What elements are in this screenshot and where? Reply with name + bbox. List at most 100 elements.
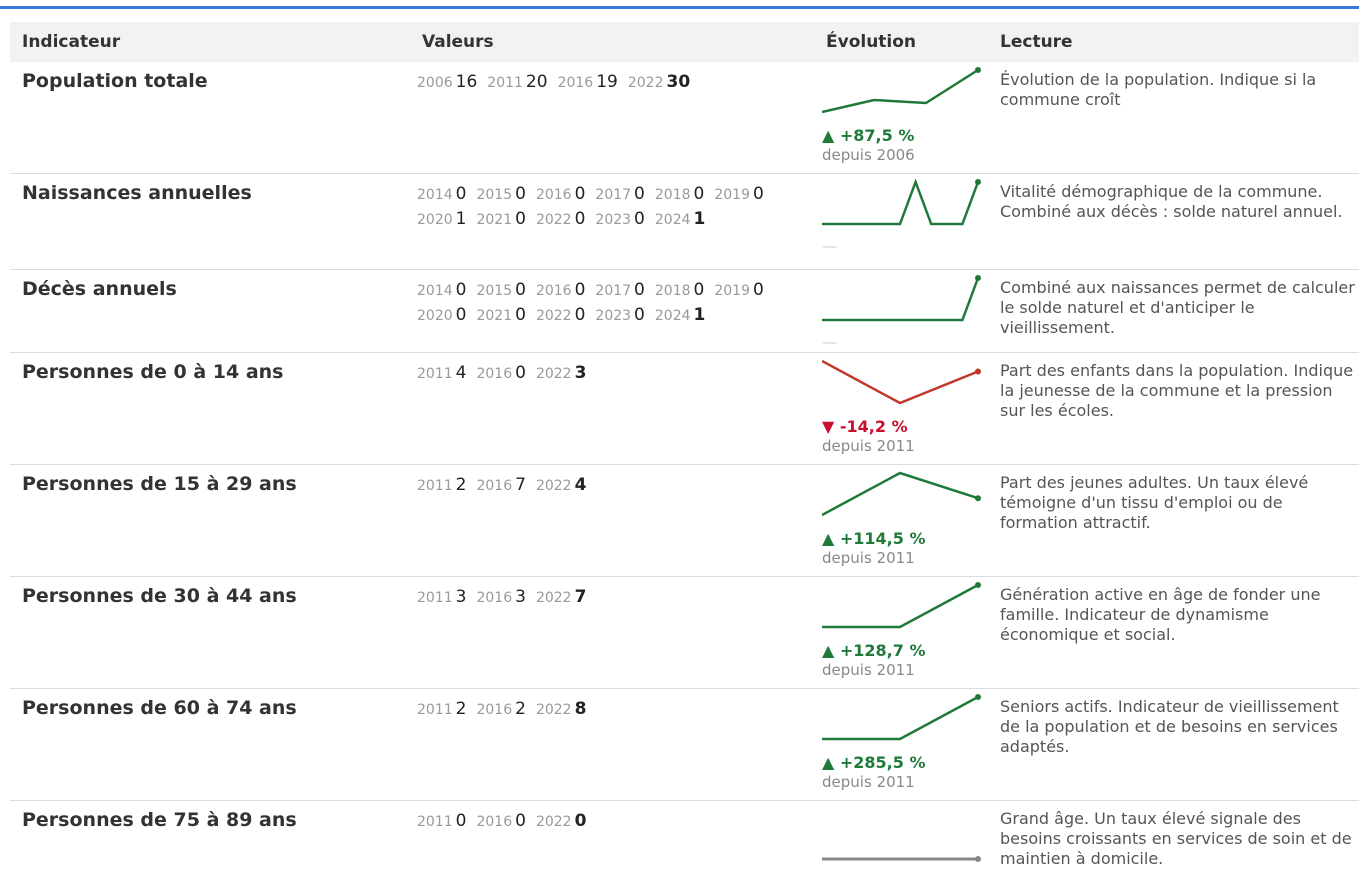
values-cell: 2011 0 2016 0 2022 0 xyxy=(410,799,814,890)
value-pair: 2021 0 xyxy=(476,303,525,328)
value-year: 2011 xyxy=(487,75,523,91)
value-number: 0 xyxy=(515,362,526,383)
table-row: Personnes de 15 à 29 ans 2011 2 2016 7 2022 4 ▲… xyxy=(10,463,1359,576)
value-number: 0 xyxy=(634,183,645,204)
value-pair: 2011 4 xyxy=(417,361,466,386)
value-year: 2011 xyxy=(417,589,453,606)
value-year: 2022 xyxy=(627,75,664,91)
value-year: 2016 xyxy=(476,477,513,494)
value-number: 0 xyxy=(515,304,526,325)
sparkline-last-point xyxy=(975,368,981,374)
value-pair: 2022 0 xyxy=(536,207,585,232)
value-number: 4 xyxy=(455,362,467,383)
evolution-cell: — xyxy=(814,172,1000,269)
value-number: 0 xyxy=(455,183,467,204)
value-number: 3 xyxy=(455,586,467,607)
sparkline xyxy=(822,359,981,404)
value-number: 1 xyxy=(455,208,467,229)
value-number: 19 xyxy=(596,72,618,92)
values-cell: 2014 0 2015 0 2016 0 2017 0 2018 0 2019 02020 1 2021 0… xyxy=(410,172,814,269)
evolution-cell: ▲ +285,5 % depuis 2011 xyxy=(814,687,1000,800)
header-lecture: Lecture xyxy=(1000,22,1359,62)
value-pair: 2023 0 xyxy=(595,207,644,232)
value-pair: 2014 0 xyxy=(417,182,466,207)
header-indicateur: Indicateur xyxy=(10,22,410,62)
top-accent-rule xyxy=(0,6,1359,9)
sparkline xyxy=(822,855,981,862)
header-valeurs: Valeurs xyxy=(410,22,814,62)
value-year: 2023 xyxy=(595,211,632,228)
evolution-since: depuis 2011 xyxy=(822,548,915,567)
value-number: 0 xyxy=(574,279,586,300)
value-pair: 2016 0 xyxy=(536,182,585,207)
lecture-text: Évolution de la population. Indique si l… xyxy=(1000,70,1317,109)
sparkline-line xyxy=(822,68,979,114)
lecture-text: Génération active en âge de fonder une f… xyxy=(1000,575,1359,688)
value-number: 0 xyxy=(634,279,645,300)
value-pair: 2016 0 xyxy=(536,278,585,303)
value-year: 2017 xyxy=(595,282,632,299)
value-pair: 2016 2 xyxy=(476,697,525,722)
value-number: 2 xyxy=(455,698,467,719)
evolution-cell: — xyxy=(814,268,1000,352)
sparkline-line xyxy=(822,359,979,404)
sparkline xyxy=(822,177,981,225)
indicators-table: Indicateur Valeurs Évolution Lecture Pop… xyxy=(10,22,1359,890)
value-pair: 2019 0 xyxy=(714,278,763,303)
value-number: 16 xyxy=(455,72,478,92)
indicator-name: Personnes de 15 à 29 ans xyxy=(10,463,410,576)
value-pair: 2022 30 xyxy=(628,70,690,95)
value-pair: 2017 0 xyxy=(595,182,644,207)
value-pair: 2017 0 xyxy=(595,278,644,303)
value-number: 0 xyxy=(455,279,467,300)
sparkline-last-point xyxy=(975,693,981,700)
evolution-since: depuis 2011 xyxy=(822,436,915,455)
value-number: 0 xyxy=(634,304,645,325)
value-year: 2019 xyxy=(714,186,750,203)
table-row: Personnes de 75 à 89 ans 2011 0 2016 0 2022 0 G… xyxy=(10,799,1359,890)
lecture-text: Vitalité démographique de la commune. Co… xyxy=(1000,172,1359,269)
value-pair: 2018 0 xyxy=(655,278,704,303)
indicator-name: Personnes de 30 à 44 ans xyxy=(10,575,410,688)
value-pair: 2024 1 xyxy=(655,207,705,232)
value-number: 3 xyxy=(574,362,587,383)
value-pair: 2011 3 xyxy=(417,585,466,610)
table-row: Population totale 2006 16 2011 20 2016 19 2022 3… xyxy=(10,62,1359,173)
values-cell: 2011 2 2016 7 2022 4 xyxy=(410,463,814,576)
value-pair: 2015 0 xyxy=(476,182,525,207)
evolution-since: depuis 2006 xyxy=(822,146,915,164)
value-number: 1 xyxy=(693,304,706,325)
header-evolution: Évolution xyxy=(814,22,1000,62)
values-cell: 2011 4 2016 0 2022 3 xyxy=(410,351,814,464)
value-number: 0 xyxy=(693,183,705,204)
value-pair: 2016 0 xyxy=(476,809,525,834)
sparkline-line xyxy=(822,695,979,740)
evolution-delta: ▼ -14,2 % xyxy=(822,416,908,436)
value-year: 2016 xyxy=(557,75,594,91)
value-number: 0 xyxy=(455,304,467,325)
value-number: 1 xyxy=(693,208,706,229)
values-cell: 2006 16 2011 20 2016 19 2022 30 xyxy=(410,62,814,173)
evolution-cell: ▼ -14,2 % depuis 2011 xyxy=(814,351,1000,464)
indicator-name: Décès annuels xyxy=(10,268,410,352)
lecture-text: Part des enfants dans la population. Ind… xyxy=(1000,351,1359,464)
value-number: 0 xyxy=(634,208,645,229)
value-pair: 2019 0 xyxy=(714,182,763,207)
value-year: 2016 xyxy=(476,589,513,606)
value-pair: 2022 7 xyxy=(536,585,586,610)
value-year: 2020 xyxy=(417,307,453,324)
value-year: 2019 xyxy=(714,282,750,299)
value-pair: 2020 1 xyxy=(417,207,466,232)
indicator-name: Personnes de 0 à 14 ans xyxy=(10,351,410,464)
table-row: Personnes de 30 à 44 ans 2011 3 2016 3 2022 7 ▲… xyxy=(10,575,1359,688)
sparkline-line xyxy=(822,277,980,321)
value-year: 2011 xyxy=(417,477,453,494)
evolution-since: depuis 2011 xyxy=(822,660,915,679)
value-number: 0 xyxy=(752,279,764,300)
value-pair: 2023 0 xyxy=(595,303,644,328)
value-year: 2016 xyxy=(476,813,513,830)
value-number: 0 xyxy=(515,183,526,204)
value-year: 2022 xyxy=(535,477,572,494)
value-year: 2022 xyxy=(535,365,572,382)
evolution-delta: ▲ +285,5 % xyxy=(822,752,926,772)
